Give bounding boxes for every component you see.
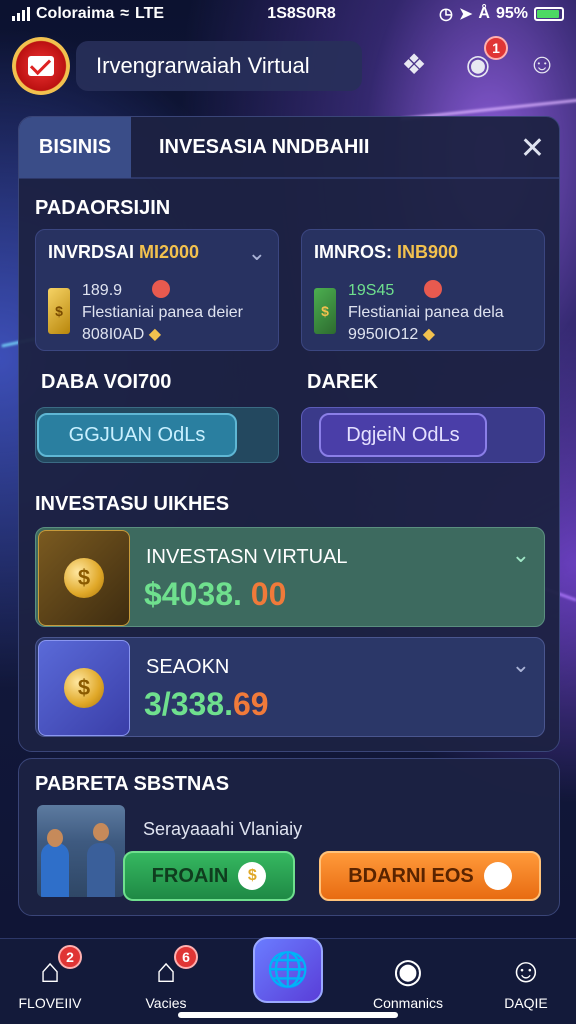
coin-stack-image: $ xyxy=(38,640,130,736)
people-photo xyxy=(37,805,125,897)
coin-icon: $ xyxy=(64,558,104,598)
card-title: IMNROS: INB900 xyxy=(314,242,459,262)
coin-icon: $ xyxy=(64,668,104,708)
invest-row-virtual[interactable]: $ INVESTASN VIRTUAL $4038. 00 ⌄ xyxy=(35,527,545,627)
invest-amount: 3/338.69 xyxy=(144,686,269,722)
battery-percent: 95% xyxy=(495,5,528,22)
investment-card-left[interactable]: INVRDSAI MI2000 ⌄ $ 189.9 Flestianiai pa… xyxy=(35,229,279,351)
froain-label: FROAIN xyxy=(151,864,229,887)
house-icon: ⌂ 6 xyxy=(116,945,216,993)
app-logo[interactable] xyxy=(12,37,70,95)
invest-row-seaokn[interactable]: $ SEAOKN 3/338.69 ⌄ xyxy=(35,637,545,737)
nav-vacies[interactable]: ⌂ 6 Vacies xyxy=(116,945,216,1011)
battery-icon xyxy=(534,7,564,21)
bluetooth-icon: Å xyxy=(478,5,490,22)
card-code: 808I0AD xyxy=(82,326,145,343)
coin-icon: $ xyxy=(314,288,336,334)
nav-label: Conmanics xyxy=(372,995,444,1011)
status-bar: Coloraima ≈ LTE 1S8S0R8 ◷ ➤ Å 95% xyxy=(0,0,576,28)
invest-amount: $4038. 00 xyxy=(144,576,287,612)
label-left: DABA VOI700 xyxy=(41,371,172,393)
bdarni-button[interactable]: BDARNI EOS xyxy=(319,851,541,901)
section-title: PADAORSIJIN xyxy=(35,197,171,219)
card-description: Flestianiai panea deier xyxy=(82,304,243,321)
nav-daqie[interactable]: ☺ DAQIE xyxy=(476,949,576,1012)
mail-icon xyxy=(28,56,54,76)
chat-bubble-icon xyxy=(483,862,512,890)
home-indicator xyxy=(178,1012,398,1018)
gem-icon: ◆ xyxy=(148,326,162,343)
nav-label: DAQIE xyxy=(504,995,548,1011)
tab-bar: BISINIS INVESASIA NNDBAHII xyxy=(19,117,559,179)
promo-subtitle: Serayaaahi Vlaniaiy xyxy=(143,819,303,839)
dojein-button[interactable]: DgjeiN OdLs xyxy=(319,413,487,457)
notifications-button[interactable]: ◉ 1 xyxy=(456,36,508,86)
profile-button[interactable]: ☺ xyxy=(520,42,564,86)
notification-badge: 1 xyxy=(484,36,508,60)
nav-label: FLOVEIIV xyxy=(18,995,82,1011)
nav-badge: 2 xyxy=(58,945,82,969)
button-wrap-right: DgjeiN OdLs xyxy=(301,407,545,463)
map-pin-icon: ◉ xyxy=(393,952,423,990)
chat-button[interactable]: ❖ xyxy=(392,42,436,86)
nav-conmanics[interactable]: ◉ Conmanics xyxy=(358,949,458,1011)
user-icon: ☺ xyxy=(527,48,557,79)
nav-home[interactable]: ⌂ 2 FLOVEIIV xyxy=(0,945,100,1011)
chevron-down-icon[interactable]: ⌄ xyxy=(512,542,530,568)
coin-bubble-icon: $ xyxy=(238,862,267,890)
location-icon: ➤ xyxy=(459,6,473,23)
chat-icon: ❖ xyxy=(401,48,427,80)
gojuan-button[interactable]: GGJUAN OdLs xyxy=(37,413,237,457)
button-wrap-left: GGJUAN OdLs xyxy=(35,407,279,463)
app-title: Irvengrarwaiah Virtual xyxy=(76,41,362,91)
card-code: 9950IO12 xyxy=(348,326,419,343)
nav-label: Vacies xyxy=(145,995,187,1011)
alarm-icon: ◷ xyxy=(439,6,453,23)
froain-button[interactable]: FROAIN $ xyxy=(123,851,295,901)
app-header: Irvengrarwaiah Virtual ❖ ◉ 1 ☺ xyxy=(12,36,564,96)
card-value: 19S45 xyxy=(348,282,395,299)
label-right: DAREK xyxy=(307,371,379,393)
coin-icon: $ xyxy=(48,288,70,334)
wifi-icon: ≈ xyxy=(120,5,130,22)
invest-name: SEAOKN xyxy=(146,656,230,678)
promo-title: PABRETA SBSTNAS xyxy=(35,773,230,795)
investment-card-right[interactable]: IMNROS: INB900 $ 19S45 Flestianiai panea… xyxy=(301,229,545,351)
profile-icon: ☺ xyxy=(508,951,544,990)
nav-badge: 6 xyxy=(174,945,198,969)
card-description: Flestianiai panea dela xyxy=(348,304,504,321)
clock: 1S8S0R8 xyxy=(267,5,336,22)
network-type: LTE xyxy=(135,5,165,22)
investment-panel: BISINIS INVESASIA NNDBAHII ✕ PADAORSIJIN… xyxy=(18,116,560,752)
close-icon[interactable]: ✕ xyxy=(520,131,545,166)
gem-icon: ◆ xyxy=(422,326,436,343)
tab-investasia[interactable]: INVESASIA NNDBAHII xyxy=(131,136,369,159)
bottom-nav: ⌂ 2 FLOVEIIV ⌂ 6 Vacies 🌐 ◉ Conmanics ☺ DA… xyxy=(0,937,576,1024)
card-title: INVRDSAI MI2000 xyxy=(48,242,200,262)
home-icon: ⌂ 2 xyxy=(0,945,100,993)
alert-icon xyxy=(424,280,443,298)
carrier-name: Coloraima xyxy=(36,5,115,22)
bdarni-label: BDARNI EOS xyxy=(348,864,474,887)
tab-bisinis[interactable]: BISINIS xyxy=(19,117,131,178)
card-value: 189.9 xyxy=(82,282,123,299)
chevron-down-icon[interactable]: ⌄ xyxy=(512,652,530,678)
chevron-down-icon[interactable]: ⌄ xyxy=(248,240,266,266)
invest-name: INVESTASN VIRTUAL xyxy=(146,546,348,568)
dice-coins-image: $ xyxy=(38,530,130,626)
promo-card: PABRETA SBSTNAS Serayaaahi Vlaniaiy FROA… xyxy=(18,758,560,916)
globe-button[interactable]: 🌐 xyxy=(253,937,323,1003)
invest-section-title: INVESTASU UIKHES xyxy=(35,493,230,515)
alert-icon xyxy=(152,280,171,298)
signal-icon xyxy=(12,7,30,21)
globe-icon: 🌐 xyxy=(266,951,310,989)
